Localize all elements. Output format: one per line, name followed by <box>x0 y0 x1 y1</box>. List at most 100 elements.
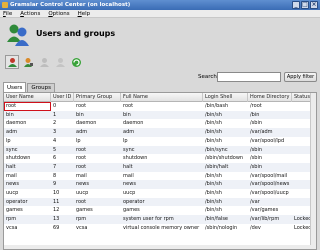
edit-user-icon <box>23 57 33 67</box>
table-row[interactable]: rpm 13 rpm system user for rpm/bin/false/va… <box>4 215 316 224</box>
edit-user-button[interactable] <box>21 55 35 69</box>
table-cell: 13 <box>53 216 60 223</box>
menu-actions[interactable]: Actions <box>20 11 40 17</box>
table-cell: /sbin/nologin <box>205 224 238 231</box>
table-cell: /bin <box>250 111 260 118</box>
table-cell: news <box>123 181 136 188</box>
column-header-login-shell[interactable]: Login Shell <box>203 93 248 102</box>
delete-user-icon <box>39 57 49 67</box>
table-cell: 10 <box>53 190 60 196</box>
window-titlebar: Gramslar Control Center (on localhost) _… <box>0 0 320 10</box>
table-row[interactable]: adm 3 adm adm/bin/sh/var/adm <box>4 128 316 137</box>
table-row[interactable]: sync 5 root sync/bin/sync/sbin <box>4 145 316 155</box>
table-cell: /dev <box>250 224 261 231</box>
table-row[interactable]: news 9 news news/bin/sh/var/spool/news <box>4 180 316 189</box>
table-cell: operator <box>123 198 145 205</box>
table-cell: root <box>76 163 87 170</box>
table-cell: 7 <box>53 163 57 170</box>
search-input[interactable] <box>217 72 281 82</box>
table-row[interactable]: games 12 games games/bin/sh/var/games <box>4 206 316 215</box>
table-cell: halt <box>123 163 133 170</box>
table-cell: games <box>76 207 93 214</box>
table-cell: /bin/sh <box>205 207 222 214</box>
table-cell: /bin/sh <box>205 198 222 205</box>
table-row[interactable]: operator 11 root operator/bin/sh/var <box>4 197 316 207</box>
table-cell: 4 <box>53 137 57 144</box>
delete-user-button[interactable] <box>37 55 51 69</box>
menu-file[interactable]: File <box>3 11 12 17</box>
table-cell: bin <box>123 111 131 118</box>
table-cell: /var/adm <box>250 129 273 136</box>
table-cell: mail <box>123 172 134 179</box>
table-row[interactable]: daemon 2 daemon daemon/bin/sh/sbin <box>4 119 316 128</box>
table-cell: /bin/bash <box>205 103 229 109</box>
table-cell: mail <box>76 172 87 179</box>
selected-cell-highlight <box>4 102 51 111</box>
table-cell: vcsa <box>76 224 88 231</box>
table-cell: /root <box>250 103 262 109</box>
table-row[interactable]: shutdown 6 root shutdown/sbin/shutdown/sbin <box>4 154 316 163</box>
table-cell: /var/lib/rpm <box>250 216 280 223</box>
column-header-full-name[interactable]: Full Name <box>121 93 203 102</box>
table-cell: sync <box>6 146 18 153</box>
table-cell: 1 <box>53 111 57 118</box>
table-row[interactable]: bin 1 bin bin/bin/sh/bin <box>4 110 316 120</box>
column-header-home-directory[interactable]: Home Directory <box>248 93 292 102</box>
table-cell: /var/spool/lpd <box>250 137 285 144</box>
table-cell: /sbin <box>250 155 263 162</box>
table-header: User Name User ID Primary Group Full Nam… <box>4 93 316 102</box>
column-header-primary-group[interactable]: Primary Group <box>74 93 121 102</box>
vertical-scrollbar[interactable] <box>310 93 316 249</box>
table-cell: /bin/sh <box>205 129 222 136</box>
table-cell: uucp <box>76 190 89 196</box>
table-cell: adm <box>6 129 18 136</box>
table-cell: rpm <box>76 216 87 223</box>
table-cell: daemon <box>123 120 144 127</box>
table-cell: news <box>6 181 19 188</box>
table-row[interactable]: halt 7 root halt/sbin/halt/sbin <box>4 162 316 172</box>
table-cell: /bin/sh <box>205 111 222 118</box>
minimize-button[interactable]: _ <box>292 1 300 9</box>
table-cell: vcsa <box>6 224 18 231</box>
table-cell: games <box>6 207 23 214</box>
table-cell: adm <box>123 129 135 136</box>
table-cell: 11 <box>53 198 60 205</box>
maximize-button[interactable]: □ <box>301 1 309 9</box>
menu-options[interactable]: Options <box>48 11 69 17</box>
add-user-icon <box>7 57 17 67</box>
horizontal-scrollbar[interactable] <box>4 245 316 249</box>
page-title: Users and groups <box>36 29 116 38</box>
properties-button[interactable] <box>53 55 67 69</box>
tab-groups[interactable]: Groups <box>27 83 56 92</box>
table-row[interactable]: vcsa 69 vcsa virtual console memory owner/s… <box>4 224 316 233</box>
apply-filter-button[interactable]: Apply filter <box>284 72 317 82</box>
table-row[interactable]: mail 8 mail mail/bin/sh/var/spool/mail <box>4 172 316 181</box>
column-header-user-id[interactable]: User ID <box>51 93 74 102</box>
add-user-button[interactable] <box>5 55 19 69</box>
tab-bar: Users Groups <box>3 82 56 92</box>
table-cell: 5 <box>53 146 57 153</box>
tab-users[interactable]: Users <box>3 82 27 92</box>
properties-icon <box>55 57 65 67</box>
table-cell: root <box>76 198 87 205</box>
table-cell: shutdown <box>6 155 31 162</box>
table-cell: bin <box>6 111 14 118</box>
table-cell: lp <box>6 137 11 144</box>
refresh-button[interactable] <box>69 55 83 69</box>
table-cell: 8 <box>53 172 57 179</box>
page-header: Users and groups <box>0 18 320 52</box>
table-cell: /sbin <box>250 120 263 127</box>
table-cell: lp <box>123 137 128 144</box>
menu-help[interactable]: Help <box>78 11 91 17</box>
table-row[interactable]: lp 4 lp lp/bin/sh/var/spool/lpd <box>4 137 316 146</box>
table-cell: root <box>123 103 134 109</box>
table-cell: /sbin/halt <box>205 163 229 170</box>
table-cell: /var/games <box>250 207 279 214</box>
table-cell: /sbin <box>250 146 263 153</box>
table-cell: 3 <box>53 129 57 136</box>
table-row[interactable]: uucp 10 uucp uucp/bin/sh/var/spool/uucp <box>4 189 316 198</box>
column-header-user-name[interactable]: User Name <box>4 93 51 102</box>
table-cell: /var/spool/news <box>250 181 290 188</box>
close-button[interactable]: × <box>310 1 318 9</box>
table-cell: /bin/sh <box>205 172 222 179</box>
